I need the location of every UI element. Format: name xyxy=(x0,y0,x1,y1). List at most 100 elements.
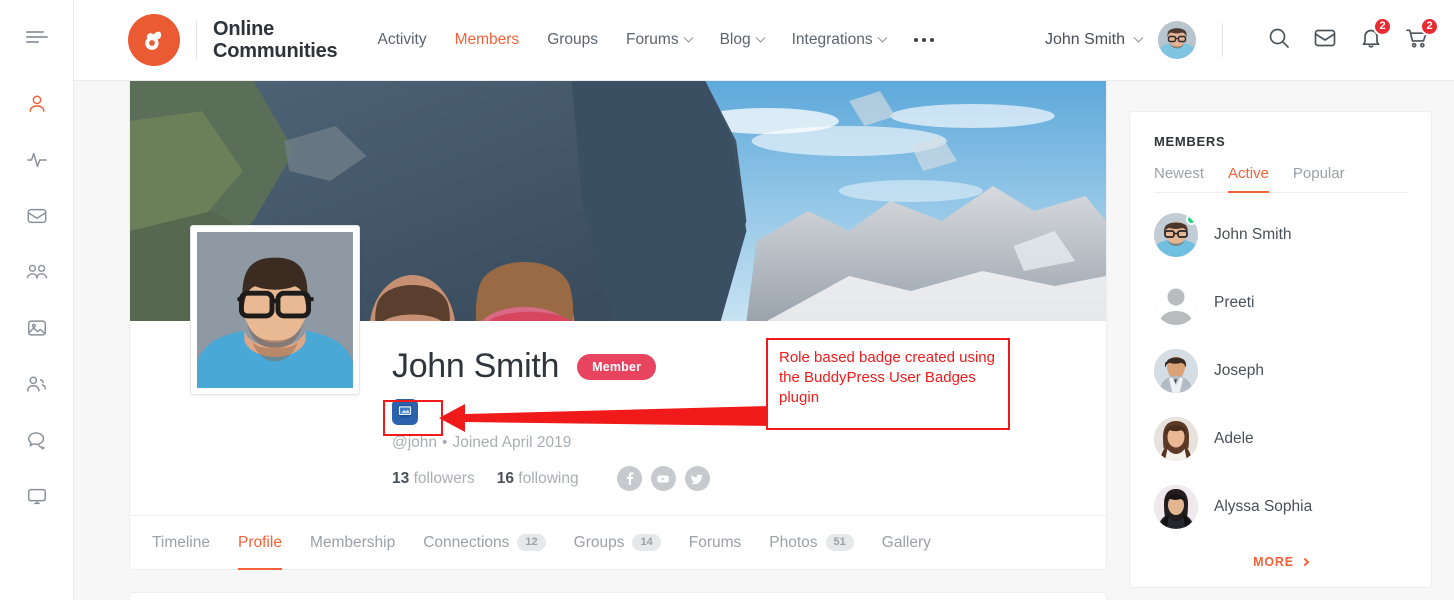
chevron-down-icon xyxy=(877,32,888,43)
tab-membership[interactable]: Membership xyxy=(310,516,395,570)
youtube-icon[interactable] xyxy=(650,466,676,491)
list-item[interactable]: Alyssa Sophia xyxy=(1154,473,1407,541)
followers-label: followers xyxy=(413,469,475,487)
buddyboss-logo-icon xyxy=(128,14,180,66)
chevron-down-icon xyxy=(1133,32,1144,43)
menu-collapse-icon[interactable] xyxy=(25,28,48,46)
sidebar-item-messages[interactable] xyxy=(0,188,74,244)
nav-item-forums[interactable]: Forums xyxy=(626,31,694,49)
header-user-name: John Smith xyxy=(1044,31,1125,48)
tab-photos[interactable]: Photos 51 xyxy=(769,516,854,570)
nav-item-groups[interactable]: Groups xyxy=(547,31,598,49)
user-badge-row xyxy=(392,399,1106,425)
list-item[interactable]: John Smith xyxy=(1154,201,1407,269)
chevron-down-icon xyxy=(683,32,694,43)
stats-row: 13 followers 16 following xyxy=(392,466,1106,491)
brand[interactable]: Online Communities xyxy=(128,14,338,66)
profile-card: John Smith Member @john • Joined April 2… xyxy=(129,81,1107,570)
image-icon xyxy=(26,317,48,339)
list-item[interactable]: Preeti xyxy=(1154,269,1407,337)
notification-badge: 2 xyxy=(1373,16,1392,36)
tab-connections[interactable]: Connections 12 xyxy=(423,516,546,570)
profile-body: John Smith Member @john • Joined April 2… xyxy=(130,225,1106,570)
separator: • xyxy=(442,434,448,451)
twitter-icon[interactable] xyxy=(684,466,710,491)
sidebar-item-groups[interactable] xyxy=(0,244,74,300)
main-column: Online Communities Activity Members Grou… xyxy=(74,0,1454,600)
tab-groups[interactable]: Groups 14 xyxy=(574,516,661,570)
sidebar-item-courses[interactable] xyxy=(0,468,74,524)
avatar xyxy=(1158,21,1196,59)
members-column: MEMBERS Newest Active Popular John Smith… xyxy=(1129,81,1432,600)
sidebar-item-profile[interactable] xyxy=(0,76,74,132)
page-title: John Smith xyxy=(392,347,560,385)
computer-badge-icon[interactable] xyxy=(392,399,418,425)
nav-item-activity[interactable]: Activity xyxy=(377,31,426,49)
ellipsis-icon[interactable] xyxy=(913,38,934,42)
nav-item-blog[interactable]: Blog xyxy=(720,31,766,49)
user-menu[interactable]: John Smith xyxy=(1045,21,1196,59)
brand-name-line2: Communities xyxy=(213,40,338,62)
tab-timeline[interactable]: Timeline xyxy=(152,516,210,570)
avatar xyxy=(1154,349,1198,393)
tab-gallery[interactable]: Gallery xyxy=(882,516,931,570)
activity-pulse-icon xyxy=(26,149,48,171)
following-count: 16 xyxy=(496,469,514,487)
tab-count: 12 xyxy=(517,534,546,551)
bell-icon[interactable]: 2 xyxy=(1359,16,1392,55)
user-handle: @john xyxy=(392,434,438,451)
members-widget: MEMBERS Newest Active Popular John Smith… xyxy=(1129,111,1432,588)
inbox-icon xyxy=(26,205,48,227)
header-actions: John Smith 2 2 xyxy=(1045,16,1439,59)
profile-avatar[interactable] xyxy=(190,225,360,395)
john-smith-portrait xyxy=(197,232,353,388)
following-stat[interactable]: 16 following xyxy=(497,470,579,488)
profile-tabs: Timeline Profile Membership Connections 1… xyxy=(130,515,1106,570)
followers-stat[interactable]: 13 followers xyxy=(392,470,475,488)
cart-badge: 2 xyxy=(1420,16,1439,36)
user-icon xyxy=(26,93,48,115)
members-list: John Smith Preeti Joseph Adele Alyssa So… xyxy=(1154,193,1407,541)
facebook-icon[interactable] xyxy=(616,466,642,491)
chevron-right-icon xyxy=(1300,557,1310,567)
tab-profile[interactable]: Profile xyxy=(238,516,282,570)
cart-icon[interactable]: 2 xyxy=(1405,16,1439,55)
chevron-down-icon xyxy=(755,32,766,43)
member-name: Joseph xyxy=(1214,362,1264,379)
brand-divider xyxy=(196,20,197,60)
sidebar-item-activity[interactable] xyxy=(0,132,74,188)
brand-name-line1: Online xyxy=(213,17,275,40)
search-icon[interactable] xyxy=(1267,26,1291,55)
groups-icon xyxy=(25,261,49,283)
friends-icon xyxy=(25,373,48,395)
chat-bubble-icon xyxy=(26,429,48,451)
members-tab-newest[interactable]: Newest xyxy=(1154,165,1204,193)
nav-item-integrations[interactable]: Integrations xyxy=(792,31,888,49)
member-name: Alyssa Sophia xyxy=(1214,498,1313,515)
name-row: John Smith Member xyxy=(392,347,1106,386)
members-tab-active[interactable]: Active xyxy=(1228,165,1269,193)
more-members-link[interactable]: MORE xyxy=(1154,541,1407,569)
member-name: John Smith xyxy=(1214,226,1292,243)
tab-forums[interactable]: Forums xyxy=(689,516,742,570)
list-item[interactable]: Adele xyxy=(1154,405,1407,473)
member-name: Preeti xyxy=(1214,294,1255,311)
app-root: Online Communities Activity Members Grou… xyxy=(0,0,1454,600)
header-divider xyxy=(1222,23,1223,57)
sidebar-item-connections[interactable] xyxy=(0,356,74,412)
nav-item-members[interactable]: Members xyxy=(455,31,520,49)
list-item[interactable]: Joseph xyxy=(1154,337,1407,405)
members-tab-popular[interactable]: Popular xyxy=(1293,165,1345,193)
avatar xyxy=(1154,485,1198,529)
following-label: following xyxy=(518,469,579,487)
avatar xyxy=(1154,213,1198,257)
envelope-icon[interactable] xyxy=(1313,26,1337,55)
sidebar-item-media[interactable] xyxy=(0,300,74,356)
more-label: MORE xyxy=(1253,555,1294,569)
members-widget-tabs: Newest Active Popular xyxy=(1154,165,1407,193)
avatar xyxy=(1154,417,1198,461)
page-content: John Smith Member @john • Joined April 2… xyxy=(74,81,1454,600)
sidebar-item-forums[interactable] xyxy=(0,412,74,468)
social-links xyxy=(616,466,710,491)
tab-count: 51 xyxy=(825,534,854,551)
